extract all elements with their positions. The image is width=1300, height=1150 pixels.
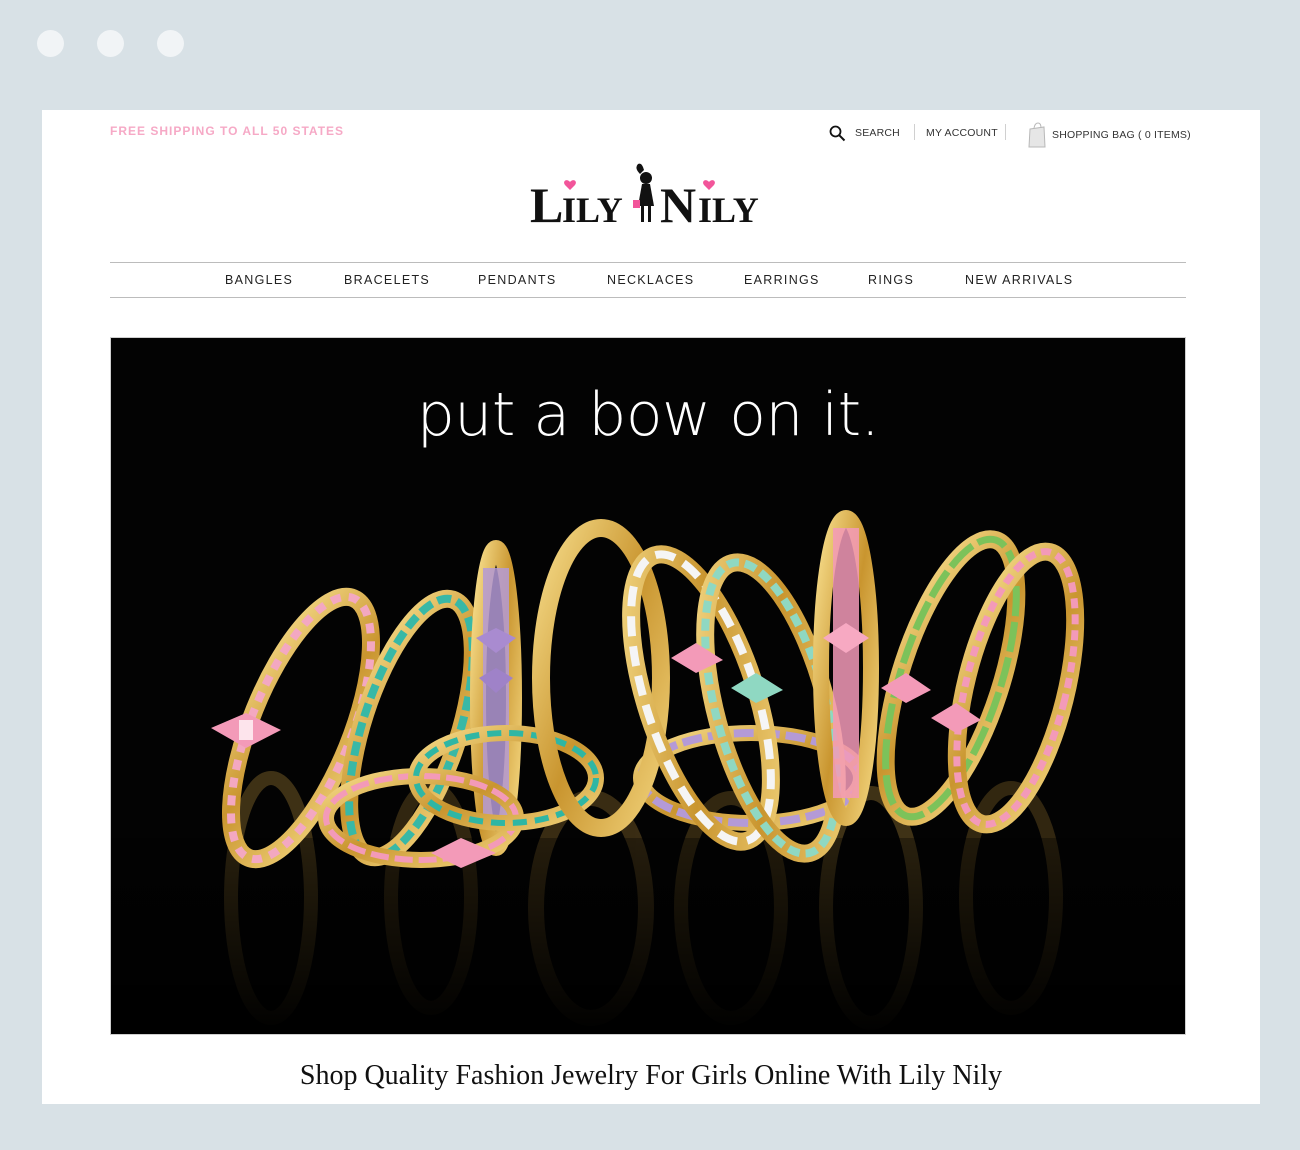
- shopping-bag-icon: [1028, 122, 1046, 148]
- free-shipping-banner: FREE SHIPPING TO ALL 50 STATES: [110, 124, 345, 138]
- window-dot-3: [157, 30, 184, 57]
- hero-headline: put a bow on it.: [416, 380, 880, 450]
- search-link[interactable]: SEARCH: [829, 124, 900, 142]
- hero-banner[interactable]: put a bow on it.: [110, 337, 1186, 1035]
- browser-window: FREE SHIPPING TO ALL 50 STATES SEARCH MY…: [0, 0, 1300, 1150]
- nav-pendants[interactable]: PENDANTS: [478, 273, 556, 287]
- nav-bangles[interactable]: BANGLES: [225, 273, 293, 287]
- lily-nily-logo[interactable]: L ILY N ILY: [530, 160, 790, 230]
- search-icon: [829, 125, 846, 141]
- shopping-bag-link[interactable]: SHOPPING BAG ( 0 ITEMS): [1028, 121, 1191, 149]
- svg-text:ILY: ILY: [698, 190, 759, 230]
- page-tagline: Shop Quality Fashion Jewelry For Girls O…: [299, 1060, 1003, 1091]
- page-viewport: FREE SHIPPING TO ALL 50 STATES SEARCH MY…: [42, 110, 1260, 1104]
- nav-new-arrivals[interactable]: NEW ARRIVALS: [965, 273, 1073, 287]
- nav-bracelets[interactable]: BRACELETS: [344, 273, 430, 287]
- window-dot-2: [97, 30, 124, 57]
- nav-rings[interactable]: RINGS: [868, 273, 914, 287]
- nav-earrings[interactable]: EARRINGS: [744, 273, 820, 287]
- bag-label: SHOPPING BAG ( 0 ITEMS): [1052, 129, 1191, 141]
- nav-necklaces[interactable]: NECKLACES: [607, 273, 694, 287]
- main-navigation: BANGLES BRACELETS PENDANTS NECKLACES EAR…: [110, 262, 1186, 298]
- svg-text:N: N: [660, 177, 696, 230]
- svg-text:ILY: ILY: [562, 190, 623, 230]
- window-dot-1: [37, 30, 64, 57]
- divider: [1005, 124, 1006, 140]
- my-account-link[interactable]: MY ACCOUNT: [926, 124, 998, 142]
- search-label: SEARCH: [855, 127, 900, 139]
- divider: [914, 124, 915, 140]
- account-label: MY ACCOUNT: [926, 127, 998, 139]
- svg-text:L: L: [530, 177, 563, 230]
